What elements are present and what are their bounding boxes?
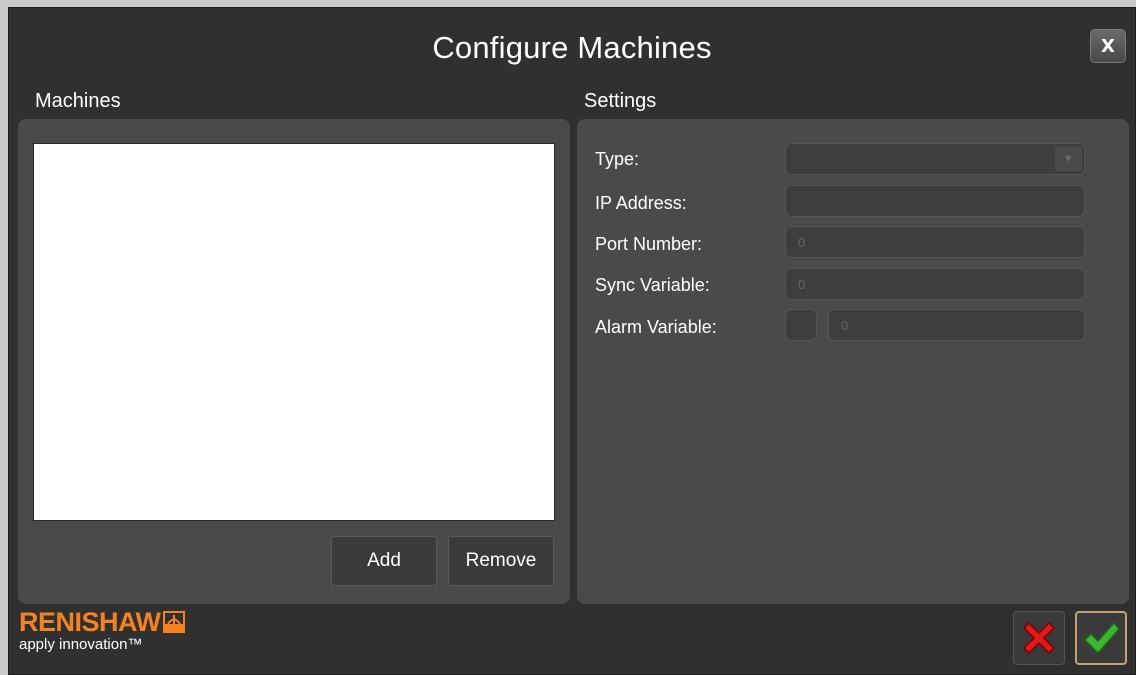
dialog-title: Configure Machines: [432, 30, 712, 65]
add-button[interactable]: Add: [331, 536, 437, 586]
type-select[interactable]: ▼: [785, 143, 1085, 175]
ip-address-label: IP Address:: [595, 193, 687, 213]
port-number-field[interactable]: 0: [785, 226, 1085, 258]
port-number-value: 0: [798, 234, 806, 250]
green-check-icon: [1083, 621, 1120, 655]
logo-wordmark: RENISHAW: [19, 607, 161, 637]
ip-address-field[interactable]: [785, 185, 1085, 217]
settings-panel: Type: ▼ IP Address: Port Number: 0 Sync …: [577, 119, 1129, 604]
renishaw-mark-icon: [162, 611, 185, 633]
machines-section-label: Machines: [35, 90, 121, 112]
renishaw-logo: RENISHAW apply innovation™: [19, 608, 185, 653]
port-number-label: Port Number:: [595, 234, 703, 254]
close-button[interactable]: X: [1090, 29, 1126, 63]
sync-variable-value: 0: [798, 276, 806, 292]
type-label: Type:: [595, 149, 640, 169]
alarm-variable-field[interactable]: 0: [828, 309, 1085, 341]
alarm-variable-label: Alarm Variable:: [595, 317, 717, 337]
remove-button[interactable]: Remove: [448, 536, 554, 586]
settings-section-label: Settings: [584, 90, 657, 112]
chevron-down-icon[interactable]: ▼: [1054, 147, 1082, 171]
close-icon: X: [1101, 35, 1115, 57]
sync-variable-field[interactable]: 0: [785, 268, 1085, 300]
red-x-icon: [1022, 621, 1056, 655]
machines-panel: Add Remove: [18, 119, 570, 604]
configure-machines-dialog: Configure Machines X Machines Settings A…: [8, 7, 1136, 675]
sync-variable-label: Sync Variable:: [595, 275, 710, 295]
alarm-variable-checkbox[interactable]: [785, 309, 817, 341]
logo-tagline: apply innovation™: [19, 636, 143, 653]
machines-list[interactable]: [33, 143, 555, 521]
confirm-button[interactable]: [1075, 611, 1127, 665]
alarm-variable-value: 0: [841, 317, 849, 333]
cancel-button[interactable]: [1013, 611, 1065, 665]
